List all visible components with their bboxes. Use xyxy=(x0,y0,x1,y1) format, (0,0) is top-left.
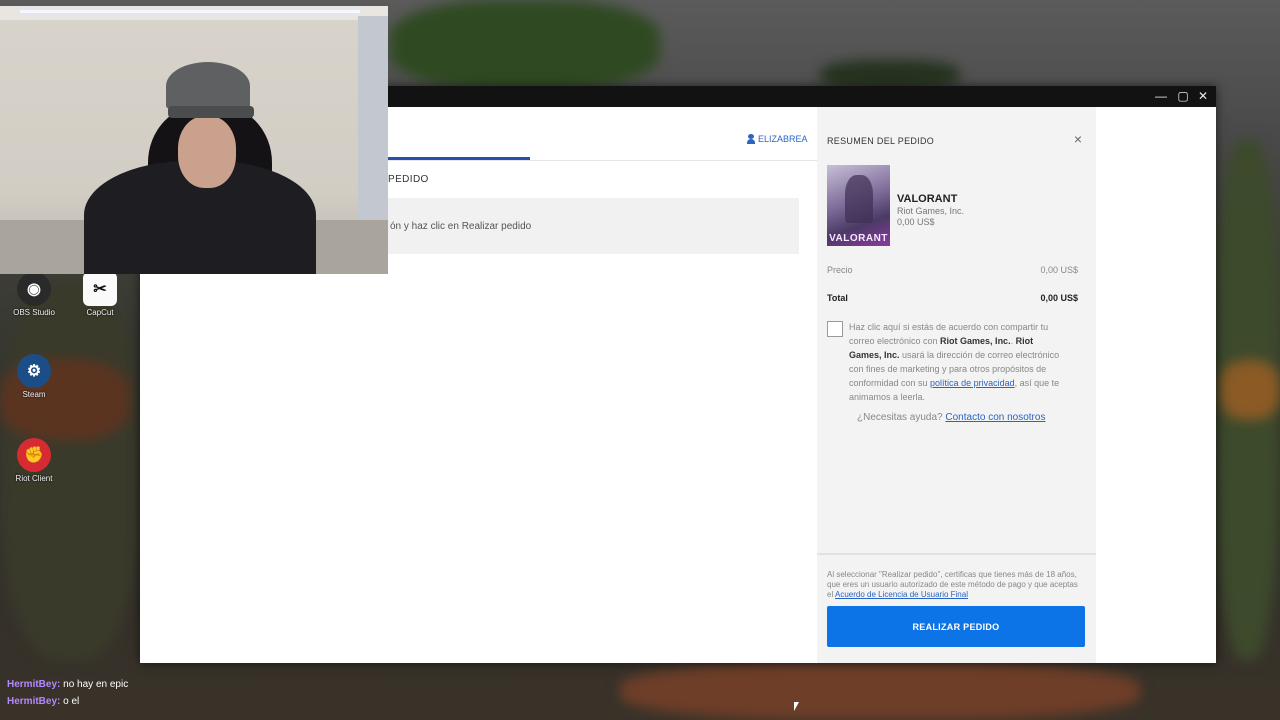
steam-icon: ⚙ xyxy=(17,354,51,388)
riot-client-icon: ✊ xyxy=(17,438,51,472)
close-window-button[interactable]: ✕ xyxy=(1192,86,1214,107)
section-title: PEDIDO xyxy=(388,174,429,185)
capcut-icon: ✂ xyxy=(83,272,117,306)
legal-notice: Al seleccionar "Realizar pedido", certif… xyxy=(827,570,1079,600)
wallpaper-autumn-leaves xyxy=(1220,360,1280,420)
product-name: VALORANT xyxy=(897,193,958,205)
user-icon xyxy=(747,134,755,144)
streamer-cap-brim xyxy=(168,106,254,118)
marketing-consent-checkbox[interactable] xyxy=(827,321,843,337)
marketing-consent-text: Haz clic aquí si estás de acuerdo con co… xyxy=(849,320,1063,404)
webcam-ceiling xyxy=(0,6,388,20)
help-line: ¿Necesitas ayuda? Contacto con nosotros xyxy=(857,412,1045,423)
wallpaper-foliage xyxy=(390,0,660,90)
info-banner-text: ón y haz clic en Realizar pedido xyxy=(390,220,532,232)
desktop-icon-label: Riot Client xyxy=(15,474,53,483)
desktop-icon-riot-client[interactable]: ✊ Riot Client xyxy=(4,438,64,483)
divider xyxy=(388,160,817,161)
privacy-policy-link[interactable]: política de privacidad xyxy=(930,378,1015,388)
order-summary-panel: RESUMEN DEL PEDIDO × VALORANT VALORANT R… xyxy=(817,107,1096,663)
desktop-icon-steam[interactable]: ⚙ Steam xyxy=(4,354,64,399)
info-banner: ón y haz clic en Realizar pedido xyxy=(388,198,799,254)
streamer-cap xyxy=(166,62,250,110)
obs-icon: ◉ xyxy=(17,272,51,306)
minimize-button[interactable]: — xyxy=(1150,86,1172,107)
help-text: ¿Necesitas ayuda? xyxy=(857,412,943,423)
game-cover-image: VALORANT xyxy=(827,165,890,246)
consent-company: Riot Games, Inc. xyxy=(940,336,1011,346)
account-name: ELIZABREA xyxy=(758,134,808,144)
price-label: Precio xyxy=(827,265,853,275)
account-link[interactable]: ELIZABREA xyxy=(747,134,808,144)
wallpaper-autumn-leaves xyxy=(620,662,1140,720)
product-developer: Riot Games, Inc. xyxy=(897,206,965,216)
chat-username: HermitBey: xyxy=(7,696,61,707)
webcam-overlay xyxy=(0,6,388,274)
stream-chat: HermitBey: no hay en epic HermitBey: o e… xyxy=(7,676,128,710)
order-summary-title: RESUMEN DEL PEDIDO xyxy=(827,136,935,146)
maximize-button[interactable]: ▢ xyxy=(1172,86,1194,107)
total-value: 0,00 US$ xyxy=(1040,293,1078,303)
webcam-wall xyxy=(358,16,388,236)
divider xyxy=(817,553,1096,555)
total-label: Total xyxy=(827,293,848,303)
place-order-button[interactable]: REALIZAR PEDIDO xyxy=(827,606,1085,647)
desktop-icon-obs[interactable]: ◉ OBS Studio xyxy=(4,272,64,317)
chat-message: HermitBey: o el xyxy=(7,693,128,710)
eula-link[interactable]: Acuerdo de Licencia de Usuario Final xyxy=(835,590,968,599)
streamer-face xyxy=(178,116,236,188)
cover-character xyxy=(845,175,873,223)
close-icon[interactable]: × xyxy=(1074,131,1082,147)
cover-logo: VALORANT xyxy=(829,233,888,244)
chat-username: HermitBey: xyxy=(7,679,61,690)
price-value: 0,00 US$ xyxy=(1040,265,1078,275)
desktop-icon-label: CapCut xyxy=(86,308,114,317)
chat-text: o el xyxy=(63,696,80,707)
desktop-icon-label: Steam xyxy=(22,390,46,399)
chat-text: no hay en epic xyxy=(63,679,129,690)
mouse-cursor-icon xyxy=(794,702,799,711)
contact-us-link[interactable]: Contacto con nosotros xyxy=(945,412,1045,423)
webcam-led-strip xyxy=(20,10,360,13)
product-price: 0,00 US$ xyxy=(897,217,935,227)
desktop-icon-label: OBS Studio xyxy=(13,308,55,317)
desktop-icon-capcut[interactable]: ✂ CapCut xyxy=(70,272,130,317)
chat-message: HermitBey: no hay en epic xyxy=(7,676,128,693)
